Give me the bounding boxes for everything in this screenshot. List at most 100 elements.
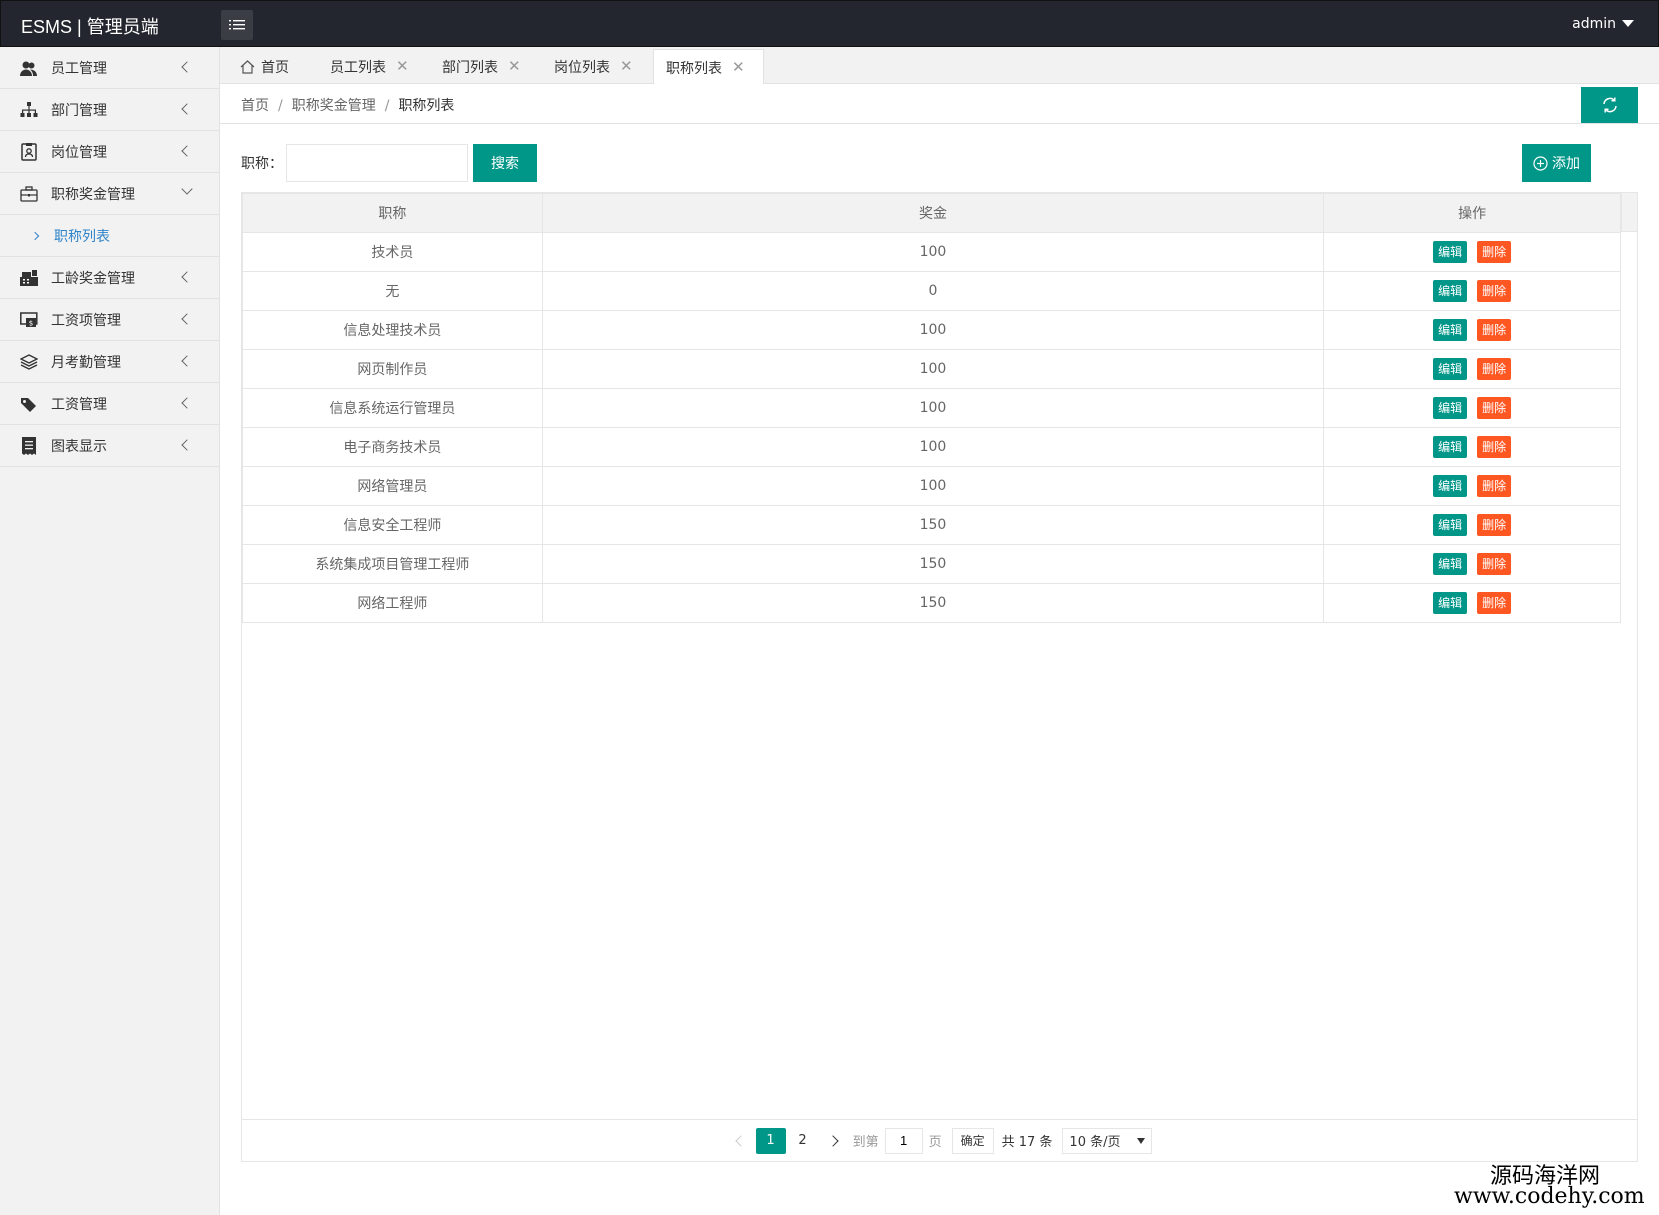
cell-bonus: 100 bbox=[541, 388, 1325, 428]
delete-button[interactable]: 删除 bbox=[1477, 514, 1512, 536]
table-row: 信息安全工程师 150 编辑 删除 bbox=[242, 505, 1621, 545]
plus-circle-icon bbox=[1533, 155, 1548, 171]
next-page-button[interactable] bbox=[819, 1128, 847, 1154]
prev-page-button[interactable] bbox=[727, 1128, 755, 1154]
sidebar-item-title-bonus[interactable]: 职称奖金管理 bbox=[0, 173, 219, 215]
chevron-right-icon bbox=[30, 231, 40, 240]
delete-button[interactable]: 删除 bbox=[1477, 553, 1512, 575]
edit-button[interactable]: 编辑 bbox=[1433, 319, 1468, 341]
search-input[interactable] bbox=[286, 144, 468, 182]
chevron-left-icon bbox=[181, 145, 193, 157]
page-number[interactable]: 2 bbox=[788, 1128, 818, 1154]
cell-actions: 编辑 删除 bbox=[1323, 466, 1621, 506]
list-icon bbox=[229, 20, 245, 30]
add-button[interactable]: 添加 bbox=[1522, 144, 1591, 182]
delete-button[interactable]: 删除 bbox=[1477, 358, 1512, 380]
edit-button[interactable]: 编辑 bbox=[1433, 280, 1468, 302]
cell-actions: 编辑 删除 bbox=[1323, 232, 1621, 272]
sitemap-icon bbox=[20, 101, 38, 119]
table-row: 系统集成项目管理工程师 150 编辑 删除 bbox=[242, 544, 1621, 584]
tab-position-list[interactable]: 岗位列表 ✕ bbox=[542, 49, 645, 84]
menu-toggle-button[interactable] bbox=[221, 10, 253, 40]
cash-register-icon bbox=[20, 269, 38, 287]
breadcrumb-item[interactable]: 职称奖金管理 bbox=[292, 98, 376, 114]
edit-button[interactable]: 编辑 bbox=[1433, 241, 1468, 263]
sidebar-item-label: 部门管理 bbox=[51, 102, 107, 119]
breadcrumb-item: 职称列表 bbox=[398, 98, 455, 114]
edit-button[interactable]: 编辑 bbox=[1433, 358, 1468, 380]
sidebar-item-salary[interactable]: 工资管理 bbox=[0, 383, 219, 425]
chevron-left-icon bbox=[181, 439, 193, 451]
sidebar-item-employee[interactable]: 员工管理 bbox=[0, 47, 219, 89]
cell-title: 网页制作员 bbox=[242, 349, 543, 389]
home-icon bbox=[240, 59, 255, 74]
goto-page-input[interactable] bbox=[884, 1127, 923, 1154]
cell-bonus: 100 bbox=[541, 466, 1325, 506]
column-header-title[interactable]: 职称 bbox=[242, 193, 543, 233]
sidebar-item-attendance[interactable]: 月考勤管理 bbox=[0, 341, 219, 383]
sidebar-item-seniority-bonus[interactable]: 工龄奖金管理 bbox=[0, 257, 219, 299]
goto-confirm-button[interactable]: 确定 bbox=[951, 1127, 994, 1154]
app-logo: ESMS | 管理员端 bbox=[21, 17, 159, 37]
delete-button[interactable]: 删除 bbox=[1477, 280, 1512, 302]
breadcrumb-separator: / bbox=[278, 98, 283, 114]
chevron-left-icon bbox=[181, 271, 193, 283]
edit-button[interactable]: 编辑 bbox=[1433, 436, 1468, 458]
tab-title-list[interactable]: 职称列表 ✕ bbox=[653, 49, 764, 85]
cell-title: 信息系统运行管理员 bbox=[242, 388, 543, 428]
sidebar-item-label: 员工管理 bbox=[51, 60, 107, 77]
breadcrumb-item[interactable]: 首页 bbox=[241, 98, 269, 114]
chevron-left-icon bbox=[181, 103, 193, 115]
delete-button[interactable]: 删除 bbox=[1477, 436, 1512, 458]
table-row: 无 0 编辑 删除 bbox=[242, 271, 1621, 311]
sidebar-item-charts[interactable]: 图表显示 bbox=[0, 425, 219, 467]
page-size-value: 10 条/页 bbox=[1069, 1135, 1121, 1150]
column-header-bonus[interactable]: 奖金 bbox=[541, 193, 1325, 233]
tab-employee-list[interactable]: 员工列表 ✕ bbox=[318, 49, 421, 84]
id-card-icon bbox=[20, 142, 38, 161]
delete-button[interactable]: 删除 bbox=[1477, 592, 1512, 614]
chevron-left-icon bbox=[181, 397, 193, 409]
cell-title: 系统集成项目管理工程师 bbox=[242, 544, 543, 584]
data-table: 职称 奖金 操作 技术员 100 编辑 删除 无 0 编辑 删除 信息处理技术员 1… bbox=[241, 192, 1638, 1162]
delete-button[interactable]: 删除 bbox=[1477, 397, 1512, 419]
page-unit-label: 页 bbox=[928, 1135, 942, 1150]
tab-department-list[interactable]: 部门列表 ✕ bbox=[430, 49, 533, 84]
edit-button[interactable]: 编辑 bbox=[1433, 397, 1468, 419]
cell-title: 信息安全工程师 bbox=[242, 505, 543, 545]
sidebar-item-label: 月考勤管理 bbox=[51, 354, 121, 371]
svg-text:$: $ bbox=[29, 319, 33, 327]
user-menu[interactable]: admin bbox=[1572, 16, 1634, 32]
refresh-button[interactable] bbox=[1581, 87, 1638, 123]
tab-home[interactable]: 首页 bbox=[228, 49, 301, 84]
watermark-url: www.codehy.com bbox=[1454, 1184, 1645, 1209]
edit-button[interactable]: 编辑 bbox=[1433, 514, 1468, 536]
caret-down-icon bbox=[1622, 19, 1634, 27]
edit-button[interactable]: 编辑 bbox=[1433, 592, 1468, 614]
sidebar-item-department[interactable]: 部门管理 bbox=[0, 89, 219, 131]
page-number-current[interactable]: 1 bbox=[755, 1127, 786, 1154]
username: admin bbox=[1572, 16, 1616, 32]
delete-button[interactable]: 删除 bbox=[1477, 241, 1512, 263]
sidebar-item-salary-items[interactable]: $ 工资项管理 bbox=[0, 299, 219, 341]
sidebar-subitem-title-list[interactable]: 职称列表 bbox=[0, 215, 219, 257]
tab-label: 岗位列表 bbox=[554, 59, 610, 76]
close-icon[interactable]: ✕ bbox=[396, 59, 409, 74]
sidebar-item-label: 工资管理 bbox=[51, 396, 107, 413]
sidebar-item-position[interactable]: 岗位管理 bbox=[0, 131, 219, 173]
cell-title: 技术员 bbox=[242, 232, 543, 272]
edit-button[interactable]: 编辑 bbox=[1433, 475, 1468, 497]
total-count: 共 17 条 bbox=[1001, 1135, 1053, 1150]
column-header-actions: 操作 bbox=[1323, 193, 1621, 233]
tags-icon bbox=[20, 395, 38, 413]
page-size-select[interactable]: 10 条/页 bbox=[1062, 1127, 1153, 1154]
close-icon[interactable]: ✕ bbox=[508, 59, 521, 74]
cell-bonus: 100 bbox=[541, 310, 1325, 350]
search-button[interactable]: 搜索 bbox=[473, 144, 537, 182]
goto-label: 到第 bbox=[852, 1135, 879, 1150]
close-icon[interactable]: ✕ bbox=[620, 59, 633, 74]
edit-button[interactable]: 编辑 bbox=[1433, 553, 1468, 575]
delete-button[interactable]: 删除 bbox=[1477, 475, 1512, 497]
close-icon[interactable]: ✕ bbox=[732, 60, 745, 75]
delete-button[interactable]: 删除 bbox=[1477, 319, 1512, 341]
